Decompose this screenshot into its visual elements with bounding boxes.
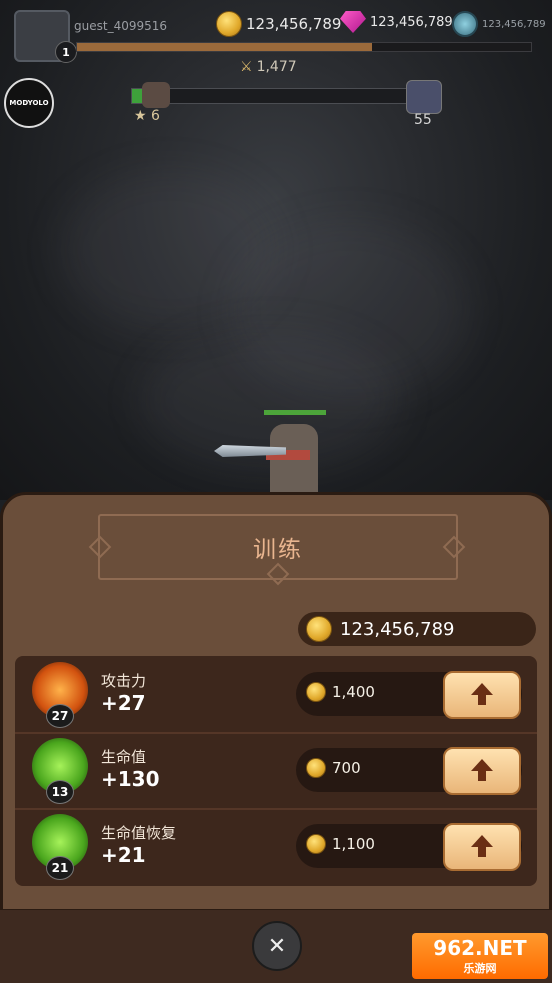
star-icon: ★: [134, 108, 147, 124]
token-counter[interactable]: 123,456,789: [452, 11, 546, 37]
stat-level-badge: 21: [46, 856, 74, 880]
panel-gold-amount: 123,456,789: [340, 618, 455, 640]
stat-level-badge: 13: [46, 780, 74, 804]
top-bar: 1 guest_4099516 123,456,789 123,456,789 …: [0, 0, 552, 64]
xp-bar-fill: [77, 43, 373, 51]
stat-row-health-regen: 21 生命值恢复 +21 1,100: [15, 808, 537, 884]
star-count: 6: [151, 108, 160, 124]
battle-scene: 1 guest_4099516 123,456,789 123,456,789 …: [0, 0, 552, 500]
player-username: guest_4099516: [74, 19, 168, 33]
watermark-subtext: 乐游网: [463, 962, 497, 975]
stage-stars: ★ 6: [134, 108, 160, 124]
upgrade-health-button[interactable]: [443, 747, 521, 795]
stat-name: 生命值: [101, 748, 147, 766]
training-stat-list: 27 攻击力 +27 1,400 13 生命值 +130 700 21 生命值恢…: [15, 656, 537, 886]
cost-amount: 1,400: [332, 683, 375, 701]
boss-stage-number: 55: [414, 112, 432, 128]
up-arrow-stem: [478, 769, 486, 781]
hero-health-bar: [264, 410, 326, 415]
watermark-logo: 962.NET 乐游网: [412, 933, 548, 979]
upgrade-attack-button[interactable]: [443, 671, 521, 719]
up-arrow-stem: [478, 845, 486, 857]
cost-amount: 1,100: [332, 835, 375, 853]
gem-amount: 123,456,789: [370, 14, 453, 30]
gold-amount: 123,456,789: [246, 15, 342, 33]
panel-title: 训练: [253, 537, 303, 563]
gold-coin-icon: [306, 834, 326, 854]
gold-coin-icon: [216, 11, 242, 37]
gold-counter[interactable]: 123,456,789: [216, 11, 341, 37]
watermark-text: 962.NET: [433, 936, 527, 960]
gem-icon: [340, 11, 366, 33]
gold-coin-icon: [306, 616, 332, 642]
gold-coin-icon: [306, 758, 326, 778]
combat-power-value: 1,477: [256, 59, 297, 75]
modyolo-badge[interactable]: MODYOLO: [4, 78, 54, 128]
crossed-swords-icon: ⚔: [240, 59, 253, 75]
stat-bonus: +27: [101, 691, 146, 715]
stat-level-badge: 27: [46, 704, 74, 728]
token-icon: [452, 11, 478, 37]
xp-bar: [76, 42, 532, 52]
stat-bonus: +21: [101, 843, 146, 867]
stat-row-attack: 27 攻击力 +27 1,400: [15, 656, 537, 734]
player-level-badge: 1: [55, 41, 77, 63]
hero-body: [270, 424, 318, 500]
close-icon: ✕: [267, 933, 287, 959]
hero-portrait-icon: [142, 82, 170, 108]
up-arrow-stem: [478, 693, 486, 705]
hero-character: [214, 410, 326, 500]
close-button[interactable]: ✕: [252, 921, 302, 971]
stat-name: 攻击力: [101, 672, 147, 690]
combat-power: ⚔ 1,477: [240, 59, 297, 75]
stat-row-health: 13 生命值 +130 700: [15, 732, 537, 810]
gold-coin-icon: [306, 682, 326, 702]
stage-progress-bar: [131, 88, 413, 104]
panel-gold-display: 123,456,789: [298, 612, 536, 646]
stat-name: 生命值恢复: [101, 824, 177, 842]
cost-amount: 700: [332, 759, 361, 777]
token-amount: 123,456,789: [482, 18, 546, 30]
stat-bonus: +130: [101, 767, 160, 791]
gem-counter[interactable]: 123,456,789: [340, 11, 453, 33]
boss-portrait-icon[interactable]: [406, 80, 442, 114]
upgrade-regen-button[interactable]: [443, 823, 521, 871]
